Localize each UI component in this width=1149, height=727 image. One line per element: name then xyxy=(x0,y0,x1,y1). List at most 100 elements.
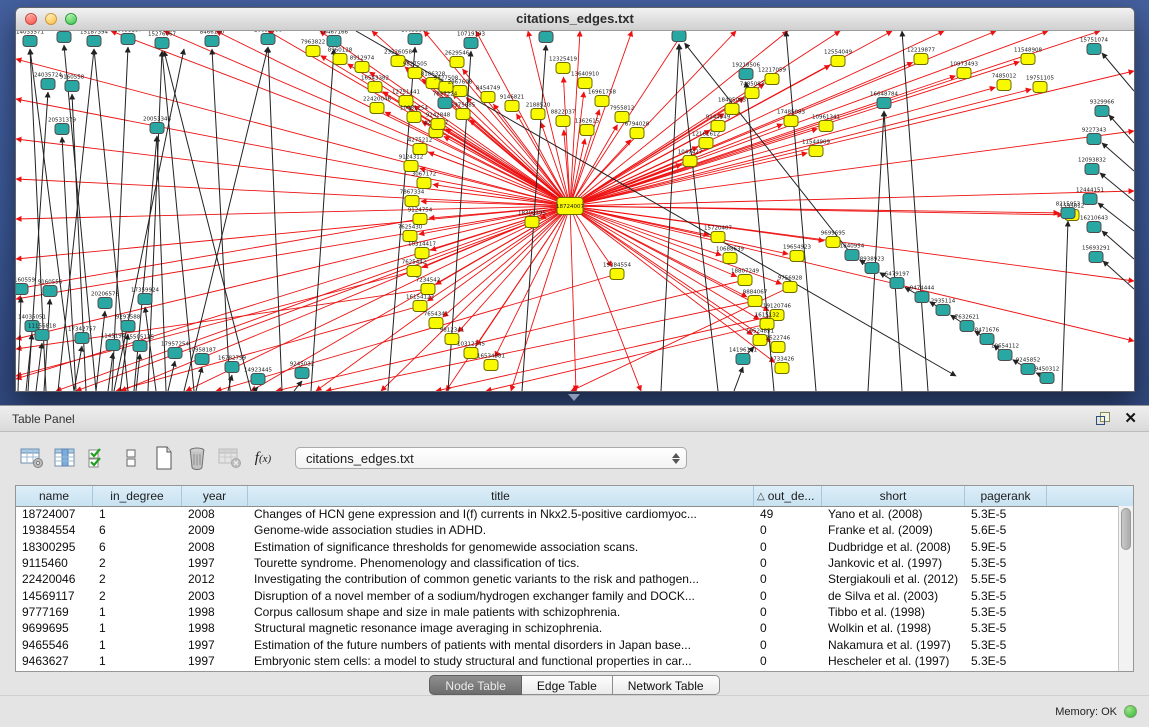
graph-node[interactable]: 10653287 xyxy=(114,31,142,45)
graph-node[interactable]: 9124312 xyxy=(399,155,424,172)
graph-node[interactable]: 9450312 xyxy=(1035,367,1060,384)
graph-node[interactable]: 7485012 xyxy=(992,74,1017,91)
column-header-year[interactable]: year xyxy=(182,486,248,506)
graph-node[interactable]: 8454749 xyxy=(476,86,501,103)
column-header-pagerank[interactable]: pagerank xyxy=(965,486,1047,506)
table-row[interactable]: 969969511998Structural magnetic resonanc… xyxy=(16,620,1118,636)
graph-node[interactable]: 9146821 xyxy=(500,95,525,112)
tab-edge-table[interactable]: Edge Table xyxy=(522,675,613,695)
tab-node-table[interactable]: Node Table xyxy=(429,675,522,695)
close-panel-icon[interactable]: ✕ xyxy=(1124,412,1137,425)
graph-node[interactable]: 22420046 xyxy=(363,97,391,114)
graph-node[interactable]: 19654923 xyxy=(783,245,811,262)
graph-node[interactable]: 16534981 xyxy=(477,354,505,371)
graph-node[interactable]: 6794028 xyxy=(625,122,650,139)
graph-node[interactable]: 9297588 xyxy=(116,315,141,332)
graph-node[interactable]: 2629546 xyxy=(445,51,470,68)
table-row[interactable]: 2242004622012Investigating the contribut… xyxy=(16,571,1118,587)
graph-node[interactable]: 16543382 xyxy=(361,76,389,93)
close-window-button[interactable] xyxy=(25,13,37,25)
delete-rows-button[interactable] xyxy=(182,444,212,472)
graph-window-titlebar[interactable]: citations_edges.txt xyxy=(16,8,1134,31)
table-panel-titlebar[interactable]: Table Panel ✕ xyxy=(0,405,1149,432)
tab-network-table[interactable]: Network Table xyxy=(613,675,720,695)
column-header-indegree[interactable]: in_degree xyxy=(93,486,182,506)
graph-node[interactable]: 8822037 xyxy=(551,110,576,127)
graph-node[interactable]: 9160558 xyxy=(60,75,85,92)
graph-node[interactable]: 20206576 xyxy=(91,292,119,309)
table-row[interactable]: 1938455462009Genome-wide association stu… xyxy=(16,522,1118,538)
table-row[interactable]: 1456911722003Disruption of a novel membe… xyxy=(16,587,1118,603)
column-header-outde[interactable]: △out_de... xyxy=(754,486,822,506)
function-builder-button[interactable]: f(x) xyxy=(248,444,278,472)
graph-node[interactable]: 24055724 xyxy=(50,31,78,43)
graph-node[interactable]: 11544909 xyxy=(802,140,830,157)
graph-node[interactable]: 19218506 xyxy=(732,63,760,80)
table-row[interactable]: 1872400712008Changes of HCN gene express… xyxy=(16,506,1118,522)
graph-node[interactable]: 2935114 xyxy=(931,299,956,316)
graph-node[interactable]: 9329966 xyxy=(1090,100,1115,117)
zoom-window-button[interactable] xyxy=(65,13,77,25)
scrollbar-thumb[interactable] xyxy=(1121,508,1131,550)
graph-node[interactable]: 9124754 xyxy=(408,208,433,225)
minimize-window-button[interactable] xyxy=(45,13,57,25)
new-table-button[interactable] xyxy=(149,444,179,472)
float-panel-icon[interactable] xyxy=(1096,412,1110,425)
graph-node[interactable]: 17359924 xyxy=(131,288,159,305)
column-header-name[interactable]: name xyxy=(16,486,93,506)
graph-node[interactable]: 18724007 xyxy=(556,198,584,215)
graph-node[interactable]: 13640910 xyxy=(571,72,599,89)
table-row[interactable]: 946362711997Embryonic stem cells: a mode… xyxy=(16,653,1118,669)
graph-node[interactable]: 15693291 xyxy=(1082,246,1110,263)
graph-node[interactable]: 8466160 xyxy=(200,31,225,47)
graph-node[interactable]: 14033571 xyxy=(16,31,44,47)
show-column-button[interactable] xyxy=(50,444,80,472)
graph-node[interactable]: 12093832 xyxy=(1078,158,1106,175)
table-selector-dropdown[interactable]: citations_edges.txt xyxy=(295,447,687,469)
graph-node[interactable]: 15751074 xyxy=(1080,38,1108,55)
graph-node[interactable]: 15187394 xyxy=(80,31,108,47)
destroy-table-button[interactable] xyxy=(215,444,245,472)
graph-node[interactable]: 7654341 xyxy=(424,312,449,329)
graph-node[interactable]: 16210643 xyxy=(1080,216,1108,233)
graph-node[interactable]: 8938923 xyxy=(860,257,885,274)
graph-node[interactable]: 12554049 xyxy=(824,50,852,67)
graph-node[interactable]: 7234542 xyxy=(416,278,441,295)
graph-node[interactable]: 16671892 xyxy=(532,31,560,43)
network-graph[interactable]: 1872400779638228960128891297423226058982… xyxy=(16,31,1134,391)
graph-node[interactable]: 7625430 xyxy=(398,225,423,242)
select-rows-button[interactable] xyxy=(83,444,113,472)
graph-node[interactable]: 7955812 xyxy=(610,106,635,123)
graph-node[interactable]: 8471676 xyxy=(975,328,1000,345)
panel-splitter-handle[interactable] xyxy=(568,394,580,401)
table-row[interactable]: 1830029562008Estimation of significance … xyxy=(16,539,1118,555)
graph-node[interactable]: 8813054 xyxy=(667,31,692,42)
graph-node[interactable]: 8912974 xyxy=(350,56,375,73)
column-header-title[interactable]: title xyxy=(248,486,754,506)
graph-node[interactable]: 15276067 xyxy=(148,32,176,49)
graph-node[interactable]: 16053809 xyxy=(401,31,429,45)
table-row[interactable]: 977716911998Corpus callosum shape and si… xyxy=(16,604,1118,620)
graph-node[interactable]: 7963822 xyxy=(301,40,326,57)
table-settings-button[interactable] xyxy=(17,444,47,472)
graph-node[interactable]: 14196141 xyxy=(729,348,757,365)
graph-node[interactable]: 12219877 xyxy=(907,48,935,65)
graph-node[interactable]: 16961758 xyxy=(588,90,616,107)
graph-node[interactable]: 17957254 xyxy=(161,342,189,359)
column-header-short[interactable]: short xyxy=(822,486,965,506)
graph-node[interactable]: 9144549 xyxy=(706,115,731,132)
vertical-scrollbar[interactable] xyxy=(1118,506,1133,671)
graph-window[interactable]: citations_edges.txt 18724007796382289601… xyxy=(15,7,1135,392)
graph-node[interactable]: 3067172 xyxy=(412,172,437,189)
graph-node[interactable]: 1047427 xyxy=(678,150,703,167)
graph-node[interactable]: 9245032 xyxy=(290,362,315,379)
network-canvas[interactable]: 1872400779638228960128891297423226058982… xyxy=(16,31,1134,391)
graph-node[interactable]: 20691406 xyxy=(254,31,282,45)
graph-node[interactable]: 24035724 xyxy=(34,73,62,90)
graph-node[interactable]: 1733426 xyxy=(770,357,795,374)
graph-node[interactable]: 18807249 xyxy=(731,269,759,286)
graph-node[interactable]: 6479197 xyxy=(885,272,910,289)
graph-node[interactable]: 5975685 xyxy=(451,103,476,120)
graph-node[interactable]: 7485083 xyxy=(740,82,765,99)
table-row[interactable]: 911546021997Tourette syndrome. Phenomeno… xyxy=(16,555,1118,571)
